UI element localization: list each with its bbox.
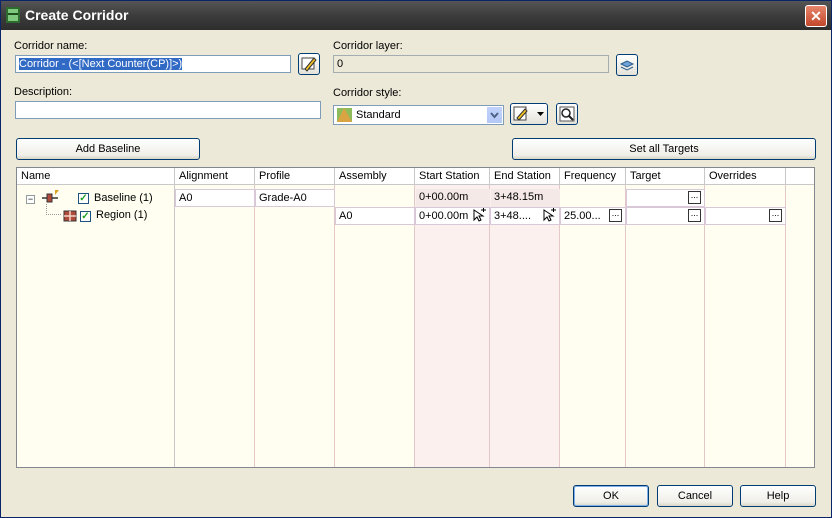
region-frequency-value: 25.00... xyxy=(564,210,601,222)
baseline-start-station-cell[interactable]: 0+00.00m xyxy=(416,189,490,207)
chevron-down-icon xyxy=(490,112,499,119)
column-header-alignment[interactable]: Alignment xyxy=(175,168,255,185)
layer-button[interactable] xyxy=(616,54,638,76)
column-header-overrides[interactable]: Overrides xyxy=(705,168,786,185)
edit-style-icon xyxy=(513,106,528,121)
corridor-name-value: Corridor - (<[Next Counter(CP)]>) xyxy=(19,58,183,70)
baseline-alignment-cell[interactable]: A0 xyxy=(175,189,255,207)
corridor-style-label: Corridor style: xyxy=(333,87,402,99)
description-label: Description: xyxy=(14,86,73,98)
caret-down-icon xyxy=(537,112,544,116)
dropdown-arrow-button[interactable] xyxy=(486,107,502,123)
ellipsis-button[interactable]: ... xyxy=(688,191,701,204)
column-divider xyxy=(626,185,705,467)
set-all-targets-button[interactable]: Set all Targets xyxy=(512,138,816,160)
column-divider xyxy=(255,185,335,467)
corridor-layer-label: Corridor layer: xyxy=(333,40,403,52)
column-header-profile[interactable]: Profile xyxy=(255,168,335,185)
region-end-station-value: 3+48.... xyxy=(494,210,532,222)
pick-from-drawing-button[interactable] xyxy=(556,103,578,125)
column-header-assembly[interactable]: Assembly xyxy=(335,168,415,185)
style-edit-menu-button[interactable] xyxy=(510,103,548,125)
region-frequency-cell[interactable]: 25.00... ... xyxy=(560,207,626,225)
close-button[interactable]: ✕ xyxy=(805,5,827,27)
corridor-style-icon xyxy=(337,108,352,122)
corridor-layer-field: 0 xyxy=(333,55,609,73)
column-divider xyxy=(705,185,786,467)
column-divider xyxy=(560,185,626,467)
column-divider xyxy=(17,185,175,467)
column-divider xyxy=(175,185,255,467)
column-divider xyxy=(335,185,415,467)
baseline-profile-cell[interactable]: Grade-A0 xyxy=(255,189,335,207)
column-header-frequency[interactable]: Frequency xyxy=(560,168,626,185)
layer-stack-icon xyxy=(619,60,635,71)
column-divider xyxy=(490,185,560,467)
corridor-name-input[interactable]: Corridor - (<[Next Counter(CP)]>) xyxy=(15,55,291,73)
pick-station-icon[interactable] xyxy=(472,208,488,222)
column-header-end-station[interactable]: End Station xyxy=(490,168,560,185)
region-overrides-cell[interactable]: ... xyxy=(705,207,786,225)
window-title: Create Corridor xyxy=(25,7,129,23)
magnify-icon xyxy=(559,106,575,122)
baseline-grid: Name Alignment Profile Assembly Start St… xyxy=(16,167,815,468)
region-name[interactable]: Region (1) xyxy=(93,207,150,225)
create-corridor-dialog: Create Corridor ✕ Corridor name: Corrido… xyxy=(0,0,832,518)
ok-button[interactable]: OK xyxy=(573,485,649,507)
description-input[interactable] xyxy=(15,101,321,119)
baseline-target-cell[interactable]: ... xyxy=(626,189,705,207)
title-bar[interactable]: Create Corridor ✕ xyxy=(1,1,831,30)
region-start-station-value: 0+00.00m xyxy=(419,210,469,222)
cancel-button[interactable]: Cancel xyxy=(657,485,733,507)
column-header-filler xyxy=(786,168,814,185)
column-divider xyxy=(415,185,490,467)
region-icon xyxy=(63,210,77,222)
corridor-style-value: Standard xyxy=(356,109,401,121)
edit-name-template-icon xyxy=(301,57,317,72)
region-checkbox[interactable]: ✓ xyxy=(80,211,91,222)
corridor-name-label: Corridor name: xyxy=(14,40,88,52)
column-header-start-station[interactable]: Start Station xyxy=(415,168,490,185)
civil3d-app-icon xyxy=(6,7,20,23)
baseline-name[interactable]: Baseline (1) xyxy=(91,190,156,208)
collapse-toggle[interactable]: − xyxy=(26,195,35,204)
column-header-target[interactable]: Target xyxy=(626,168,705,185)
pick-station-icon[interactable] xyxy=(542,208,558,222)
baseline-end-station-cell[interactable]: 3+48.15m xyxy=(491,189,560,207)
ellipsis-button[interactable]: ... xyxy=(609,209,622,222)
add-baseline-button[interactable]: Add Baseline xyxy=(16,138,200,160)
help-button[interactable]: Help xyxy=(740,485,816,507)
column-header-name[interactable]: Name xyxy=(17,168,175,185)
corridor-style-dropdown[interactable]: Standard xyxy=(333,105,504,125)
name-template-button[interactable] xyxy=(298,53,320,75)
region-target-cell[interactable]: ... xyxy=(626,207,705,225)
ellipsis-button[interactable]: ... xyxy=(688,209,701,222)
ellipsis-button[interactable]: ... xyxy=(769,209,782,222)
baseline-checkbox[interactable]: ✓ xyxy=(78,193,89,204)
region-assembly-cell[interactable]: A0 xyxy=(335,207,415,225)
dialog-body: Corridor name: Corridor - (<[Next Counte… xyxy=(1,30,831,517)
